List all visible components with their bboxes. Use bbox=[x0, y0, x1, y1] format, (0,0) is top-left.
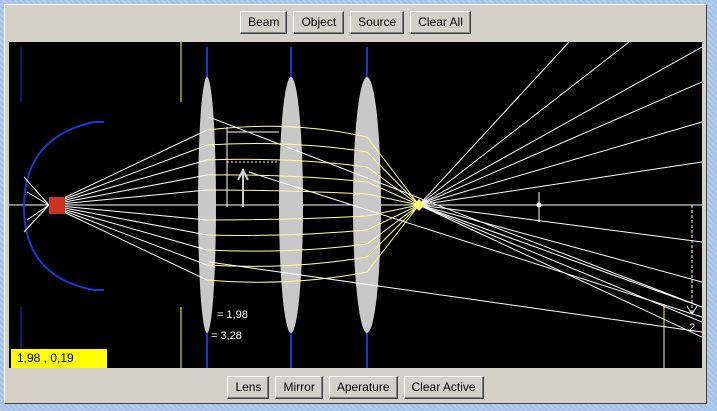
aperture-button[interactable]: Aperature bbox=[328, 375, 398, 399]
focal-label-1: = 1,98 bbox=[217, 309, 248, 321]
light-source[interactable] bbox=[49, 197, 65, 214]
object-button[interactable]: Object bbox=[293, 10, 345, 34]
clear-active-button[interactable]: Clear Active bbox=[403, 375, 484, 399]
coordinate-readout: 1,98 , 0,19 bbox=[11, 349, 107, 368]
focal-label-2: = 3,28 bbox=[211, 330, 242, 342]
source-button[interactable]: Source bbox=[350, 10, 405, 34]
bottom-toolbar: Lens Mirror Aperature Clear Active bbox=[5, 372, 706, 402]
lens-2[interactable] bbox=[279, 77, 303, 333]
optics-canvas[interactable]: = 1,98 = 3,28 2 1,98 , 0,19 bbox=[9, 42, 702, 368]
object-arrow[interactable] bbox=[237, 167, 249, 207]
mirror-button[interactable]: Mirror bbox=[275, 375, 323, 399]
optics-applet-window: Beam Object Source Clear All = 1,98 = 3,… bbox=[4, 4, 707, 404]
lens-1[interactable] bbox=[198, 77, 216, 333]
beam-button[interactable]: Beam bbox=[240, 10, 288, 34]
crosshair-point[interactable] bbox=[536, 202, 542, 208]
clear-all-button[interactable]: Clear All bbox=[410, 10, 471, 34]
optics-drawing bbox=[9, 42, 702, 368]
top-toolbar: Beam Object Source Clear All bbox=[5, 7, 706, 37]
lens-button[interactable]: Lens bbox=[227, 375, 270, 399]
ray-bundle-middle bbox=[206, 125, 420, 283]
lens-3[interactable] bbox=[353, 77, 381, 333]
marker-label: 2 bbox=[689, 322, 696, 334]
